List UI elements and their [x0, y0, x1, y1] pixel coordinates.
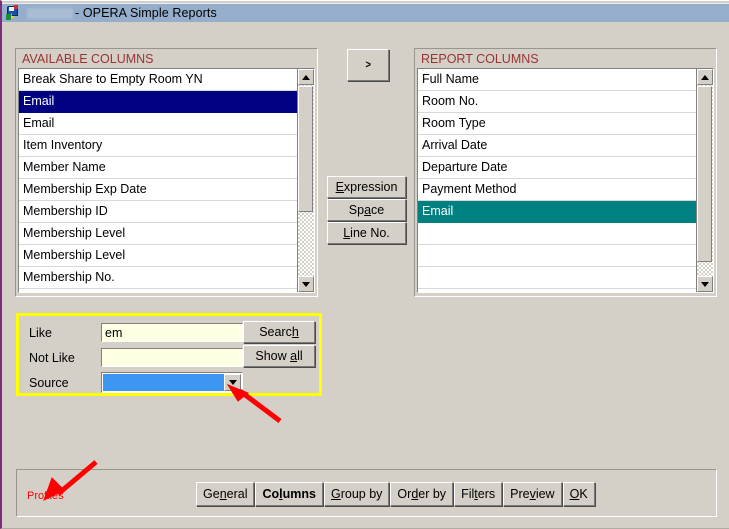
list-item[interactable]: Departure Date [418, 157, 696, 179]
report-columns-header: REPORT COLUMNS [417, 51, 714, 68]
available-columns-scrollbar[interactable] [297, 69, 314, 292]
list-item[interactable]: Room No. [418, 91, 696, 113]
profiles-label: Profiles [27, 490, 64, 502]
report-columns-scrollbar[interactable] [696, 69, 713, 292]
not-like-input[interactable] [101, 348, 243, 367]
list-item[interactable]: Item Inventory [19, 135, 297, 157]
like-input[interactable] [101, 323, 243, 342]
list-item[interactable] [418, 223, 696, 245]
list-item[interactable]: Membership Level [19, 223, 297, 245]
mnemonic: v [529, 487, 536, 501]
chevron-down-icon[interactable] [224, 374, 241, 391]
tab-group-by-button[interactable]: Group by [323, 482, 390, 506]
list-item[interactable]: Email [19, 113, 297, 135]
list-item[interactable] [418, 245, 696, 267]
list-item[interactable]: Payment Method [418, 179, 696, 201]
list-item[interactable]: Membership Exp Date [19, 179, 297, 201]
list-item[interactable]: Membership ID [19, 201, 297, 223]
mnemonic: d [411, 487, 419, 501]
list-item[interactable]: Email [418, 201, 696, 223]
available-columns-panel: AVAILABLE COLUMNS Break Share to Empty R… [15, 48, 318, 297]
tab-filters-button[interactable]: Fil t ers [454, 482, 503, 506]
showall-mnemonic: a [290, 349, 298, 363]
tab-order-by-button[interactable]: Or d er by [390, 482, 454, 506]
redacted-title-segment [27, 7, 73, 19]
scroll-up-icon[interactable] [697, 69, 713, 85]
column-search-panel: Like Not Like Source Search Show all [16, 313, 322, 396]
mnemonic: n [219, 487, 227, 501]
like-label: Like [29, 325, 52, 340]
opera-app-icon [6, 5, 22, 21]
window-title: - OPERA Simple Reports [75, 6, 217, 20]
title-bar: - OPERA Simple Reports [2, 3, 729, 22]
tab-general-button[interactable]: Ge n eral [196, 482, 255, 506]
source-selected-value [103, 374, 224, 391]
search-button[interactable]: Search [243, 321, 315, 343]
column-tools-group: Expression Space Line No. [327, 176, 406, 245]
scroll-up-icon[interactable] [298, 69, 314, 85]
bottom-button-row: Ge n eral Co l umns Group by Or d er by Fil t ers Pre… [196, 482, 596, 506]
report-columns-panel: REPORT COLUMNS Full Name Room No. Room Typ… [414, 48, 717, 297]
expression-label: xpression [343, 180, 398, 194]
move-right-icon: > [365, 59, 371, 71]
report-columns-rows[interactable]: Full Name Room No. Room Type Arrival Date De… [418, 69, 696, 292]
expression-button[interactable]: Expression [327, 176, 406, 198]
show-all-button[interactable]: Show all [243, 345, 315, 367]
opera-simple-reports-window: - OPERA Simple Reports AVAILABLE COLUMNS… [0, 0, 729, 529]
space-mnemonic: a [364, 203, 372, 217]
like-row: Like [29, 322, 243, 343]
mnemonic: O [569, 487, 580, 501]
list-item[interactable]: Full Name [418, 69, 696, 91]
expression-mnemonic: E [335, 180, 344, 194]
lineno-mnemonic: L [343, 226, 351, 240]
search-buttons-group: Search Show all [243, 321, 315, 369]
report-columns-list[interactable]: Full Name Room No. Room Type Arrival Date De… [417, 68, 714, 293]
list-item[interactable]: Email [19, 91, 297, 113]
source-label: Source [29, 375, 69, 390]
scroll-down-icon[interactable] [298, 276, 314, 292]
scrollbar-thumb[interactable] [697, 86, 712, 262]
list-item[interactable]: Membership Level [19, 245, 297, 267]
mnemonic: G [330, 487, 341, 501]
source-dropdown[interactable] [101, 372, 243, 393]
scrollbar-thumb[interactable] [298, 86, 313, 212]
list-item[interactable]: Member Name [19, 157, 297, 179]
available-columns-header: AVAILABLE COLUMNS [18, 51, 315, 68]
source-row: Source [29, 372, 243, 393]
tab-columns-button[interactable]: Co l umns [255, 482, 323, 506]
scroll-down-icon[interactable] [697, 276, 713, 292]
move-to-report-columns-button[interactable]: > [347, 49, 389, 81]
mnemonic: t [474, 487, 478, 501]
list-item[interactable]: Room Type [418, 113, 696, 135]
not-like-row: Not Like [29, 347, 243, 368]
line-no-button[interactable]: Line No. [327, 222, 406, 244]
search-mnemonic: h [291, 325, 299, 339]
not-like-label: Not Like [29, 350, 75, 365]
available-columns-rows[interactable]: Break Share to Empty Room YN Email Email It… [19, 69, 297, 292]
list-item[interactable]: Break Share to Empty Room YN [19, 69, 297, 91]
list-item[interactable] [418, 267, 696, 289]
available-columns-list[interactable]: Break Share to Empty Room YN Email Email It… [18, 68, 315, 293]
tab-preview-button[interactable]: Pre v iew [503, 482, 562, 506]
list-item[interactable]: Arrival Date [418, 135, 696, 157]
list-item[interactable]: Membership No. [19, 267, 297, 289]
space-button[interactable]: Space [327, 199, 406, 221]
tab-ok-button[interactable]: OK [562, 482, 595, 506]
mnemonic: l [279, 487, 283, 501]
bottom-toolbar-panel: Profiles Ge n eral Co l umns Group by Or d er by F… [16, 469, 717, 517]
